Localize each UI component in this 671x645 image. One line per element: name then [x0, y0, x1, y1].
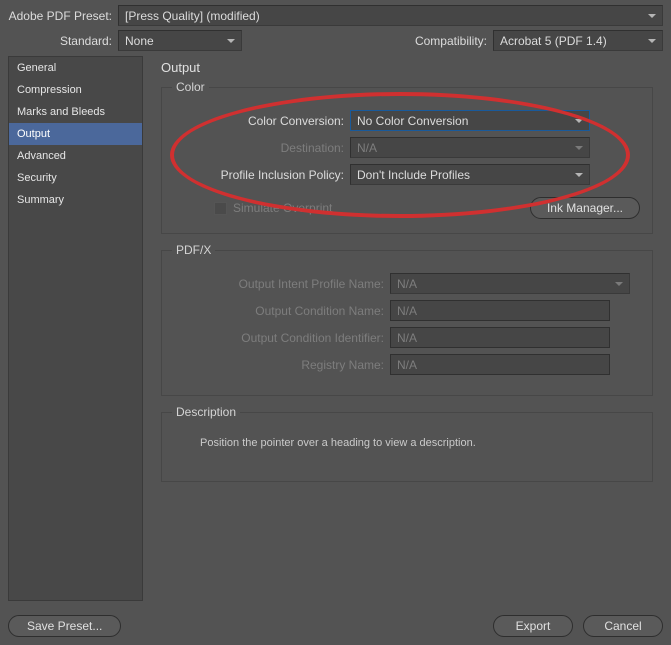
sidebar-item-general[interactable]: General	[9, 57, 142, 79]
color-conversion-dropdown[interactable]: No Color Conversion	[350, 110, 590, 131]
profile-inclusion-dropdown[interactable]: Don't Include Profiles	[350, 164, 590, 185]
ink-manager-button[interactable]: Ink Manager...	[530, 197, 640, 219]
profile-inclusion-value: Don't Include Profiles	[357, 168, 470, 182]
sidebar-item-compression[interactable]: Compression	[9, 79, 142, 101]
color-conversion-label: Color Conversion:	[174, 114, 344, 128]
standard-label: Standard:	[8, 34, 112, 48]
output-condition-identifier-label: Output Condition Identifier:	[174, 331, 384, 345]
sidebar-item-security[interactable]: Security	[9, 167, 142, 189]
color-legend: Color	[172, 80, 209, 94]
output-intent-profile-value: N/A	[397, 277, 417, 291]
compatibility-label: Compatibility:	[415, 34, 487, 48]
description-legend: Description	[172, 405, 240, 419]
sidebar-item-summary[interactable]: Summary	[9, 189, 142, 211]
registry-name-label: Registry Name:	[174, 358, 384, 372]
color-fieldset: Color Color Conversion: No Color Convers…	[161, 87, 653, 234]
registry-name-field: N/A	[390, 354, 610, 375]
preset-dropdown[interactable]: [Press Quality] (modified)	[118, 5, 663, 26]
profile-inclusion-label: Profile Inclusion Policy:	[174, 168, 344, 182]
color-conversion-value: No Color Conversion	[357, 114, 468, 128]
output-condition-identifier-field: N/A	[390, 327, 610, 348]
panel-title: Output	[161, 60, 653, 75]
compatibility-value: Acrobat 5 (PDF 1.4)	[500, 34, 607, 48]
sidebar: General Compression Marks and Bleeds Out…	[8, 56, 143, 601]
simulate-overprint-checkbox	[214, 202, 227, 215]
simulate-overprint-label: Simulate Overprint	[233, 201, 332, 215]
output-condition-identifier-value: N/A	[397, 331, 417, 345]
export-button[interactable]: Export	[493, 615, 573, 637]
output-intent-profile-label: Output Intent Profile Name:	[174, 277, 384, 291]
destination-label: Destination:	[174, 141, 344, 155]
preset-label: Adobe PDF Preset:	[8, 9, 112, 23]
description-fieldset: Description Position the pointer over a …	[161, 412, 653, 482]
description-text: Position the pointer over a heading to v…	[174, 435, 640, 449]
pdfx-fieldset: PDF/X Output Intent Profile Name: N/A Ou…	[161, 250, 653, 396]
compatibility-dropdown[interactable]: Acrobat 5 (PDF 1.4)	[493, 30, 663, 51]
destination-dropdown: N/A	[350, 137, 590, 158]
preset-value: [Press Quality] (modified)	[125, 9, 260, 23]
destination-value: N/A	[357, 141, 377, 155]
save-preset-button[interactable]: Save Preset...	[8, 615, 121, 637]
sidebar-item-advanced[interactable]: Advanced	[9, 145, 142, 167]
output-intent-profile-dropdown: N/A	[390, 273, 630, 294]
sidebar-item-marks-and-bleeds[interactable]: Marks and Bleeds	[9, 101, 142, 123]
output-condition-name-label: Output Condition Name:	[174, 304, 384, 318]
pdfx-legend: PDF/X	[172, 243, 215, 257]
standard-dropdown[interactable]: None	[118, 30, 242, 51]
sidebar-item-output[interactable]: Output	[9, 123, 142, 145]
standard-value: None	[125, 34, 154, 48]
registry-name-value: N/A	[397, 358, 417, 372]
cancel-button[interactable]: Cancel	[583, 615, 663, 637]
output-condition-name-value: N/A	[397, 304, 417, 318]
output-condition-name-field: N/A	[390, 300, 610, 321]
